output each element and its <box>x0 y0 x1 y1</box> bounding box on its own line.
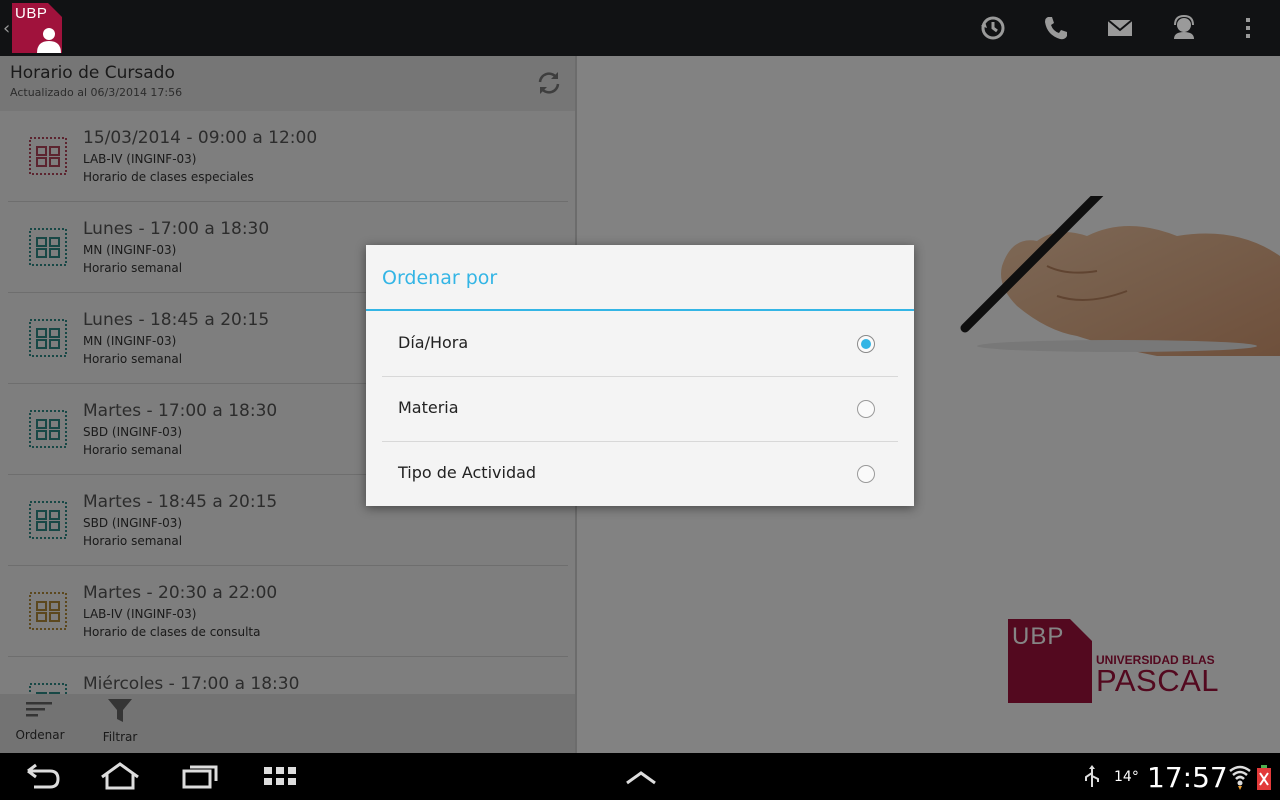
app-drawer-icon[interactable] <box>262 761 298 791</box>
clock-text: 17:57 <box>1147 761 1228 794</box>
battery-icon <box>1257 765 1271 790</box>
dialog-title: Ordenar por <box>382 267 498 289</box>
contact-icon[interactable] <box>1168 12 1200 44</box>
sort-option-dia-hora[interactable]: Día/Hora <box>382 311 898 376</box>
app-logo[interactable]: UBP <box>12 3 62 53</box>
chevron-up-icon[interactable] <box>624 761 658 791</box>
person-icon <box>37 28 61 53</box>
radio-unselected-icon[interactable] <box>857 465 875 483</box>
back-icon[interactable] <box>22 761 62 791</box>
sort-option-materia[interactable]: Materia <box>382 376 898 441</box>
radio-selected-icon[interactable] <box>857 335 875 353</box>
wifi-icon <box>1229 765 1251 790</box>
overflow-menu-icon[interactable] <box>1232 12 1264 44</box>
home-icon[interactable] <box>98 761 142 791</box>
option-label: Materia <box>398 398 459 417</box>
system-nav-bar: 14° 17:57 <box>0 753 1280 800</box>
usb-icon <box>1085 765 1099 787</box>
phone-icon[interactable] <box>1040 12 1072 44</box>
option-label: Día/Hora <box>398 333 469 352</box>
sort-option-tipo-actividad[interactable]: Tipo de Actividad <box>382 441 898 506</box>
recent-apps-icon[interactable] <box>180 761 220 791</box>
app-logo-text: UBP <box>15 5 48 22</box>
action-bar: ‹ UBP <box>0 0 1280 56</box>
temperature-text: 14° <box>1114 769 1139 785</box>
history-icon[interactable] <box>977 12 1009 44</box>
back-caret-icon[interactable]: ‹ <box>3 18 10 39</box>
radio-unselected-icon[interactable] <box>857 400 875 418</box>
mail-icon[interactable] <box>1104 12 1136 44</box>
option-label: Tipo de Actividad <box>398 463 537 482</box>
sort-dialog: Ordenar por Día/Hora Materia Tipo de Act… <box>366 245 914 506</box>
